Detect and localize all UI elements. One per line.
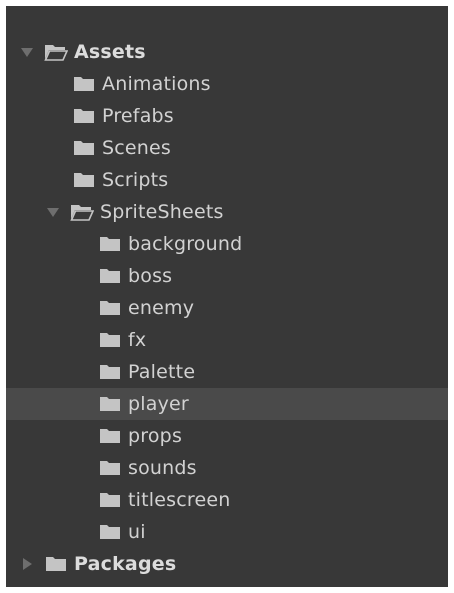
- folder-icon: [72, 170, 96, 190]
- tree-item-label: Animations: [102, 73, 211, 95]
- project-panel: Assets Animations Prefabs Scenes Scripts…: [6, 6, 448, 587]
- tree-item-label: background: [128, 233, 243, 255]
- tree-item-prefabs[interactable]: Prefabs: [6, 100, 448, 132]
- tree-item-label: Assets: [74, 41, 146, 63]
- tree-item-label: enemy: [128, 297, 195, 319]
- tree-item-label: sounds: [128, 457, 197, 479]
- project-tree: Assets Animations Prefabs Scenes Scripts…: [6, 36, 448, 580]
- tree-item-spritesheets[interactable]: SpriteSheets: [6, 196, 448, 228]
- tree-item-fx[interactable]: fx: [6, 324, 448, 356]
- folder-icon: [98, 266, 122, 286]
- folder-icon: [98, 426, 122, 446]
- expanded-arrow-icon[interactable]: [46, 205, 60, 219]
- folder-icon: [98, 298, 122, 318]
- open-folder-icon: [70, 202, 94, 222]
- tree-item-label: SpriteSheets: [100, 201, 224, 223]
- tree-item-label: Scenes: [102, 137, 172, 159]
- tree-item-label: boss: [128, 265, 173, 287]
- expanded-arrow-icon[interactable]: [20, 45, 34, 59]
- tree-item-enemy[interactable]: enemy: [6, 292, 448, 324]
- tree-item-packages[interactable]: Packages: [6, 548, 448, 580]
- folder-icon: [98, 490, 122, 510]
- tree-item-assets[interactable]: Assets: [6, 36, 448, 68]
- tree-item-boss[interactable]: boss: [6, 260, 448, 292]
- open-folder-icon: [44, 42, 68, 62]
- tree-item-props[interactable]: props: [6, 420, 448, 452]
- folder-icon: [98, 362, 122, 382]
- collapsed-arrow-icon[interactable]: [20, 557, 34, 571]
- folder-icon: [98, 330, 122, 350]
- tree-item-scripts[interactable]: Scripts: [6, 164, 448, 196]
- tree-item-label: titlescreen: [128, 489, 231, 511]
- tree-item-label: Packages: [74, 553, 177, 575]
- tree-item-scenes[interactable]: Scenes: [6, 132, 448, 164]
- folder-icon: [72, 138, 96, 158]
- tree-item-sounds[interactable]: sounds: [6, 452, 448, 484]
- tree-item-ui[interactable]: ui: [6, 516, 448, 548]
- folder-icon: [98, 394, 122, 414]
- folder-icon: [44, 554, 68, 574]
- tree-item-label: ui: [128, 521, 146, 543]
- tree-item-label: player: [128, 393, 189, 415]
- tree-item-label: fx: [128, 329, 147, 351]
- folder-icon: [72, 74, 96, 94]
- tree-item-label: props: [128, 425, 183, 447]
- tree-item-animations[interactable]: Animations: [6, 68, 448, 100]
- tree-item-player[interactable]: player: [6, 388, 448, 420]
- tree-item-palette[interactable]: Palette: [6, 356, 448, 388]
- folder-icon: [98, 522, 122, 542]
- folder-icon: [98, 234, 122, 254]
- folder-icon: [98, 458, 122, 478]
- tree-item-label: Scripts: [102, 169, 169, 191]
- tree-item-background[interactable]: background: [6, 228, 448, 260]
- tree-item-titlescreen[interactable]: titlescreen: [6, 484, 448, 516]
- folder-icon: [72, 106, 96, 126]
- tree-item-label: Palette: [128, 361, 196, 383]
- tree-item-label: Prefabs: [102, 105, 174, 127]
